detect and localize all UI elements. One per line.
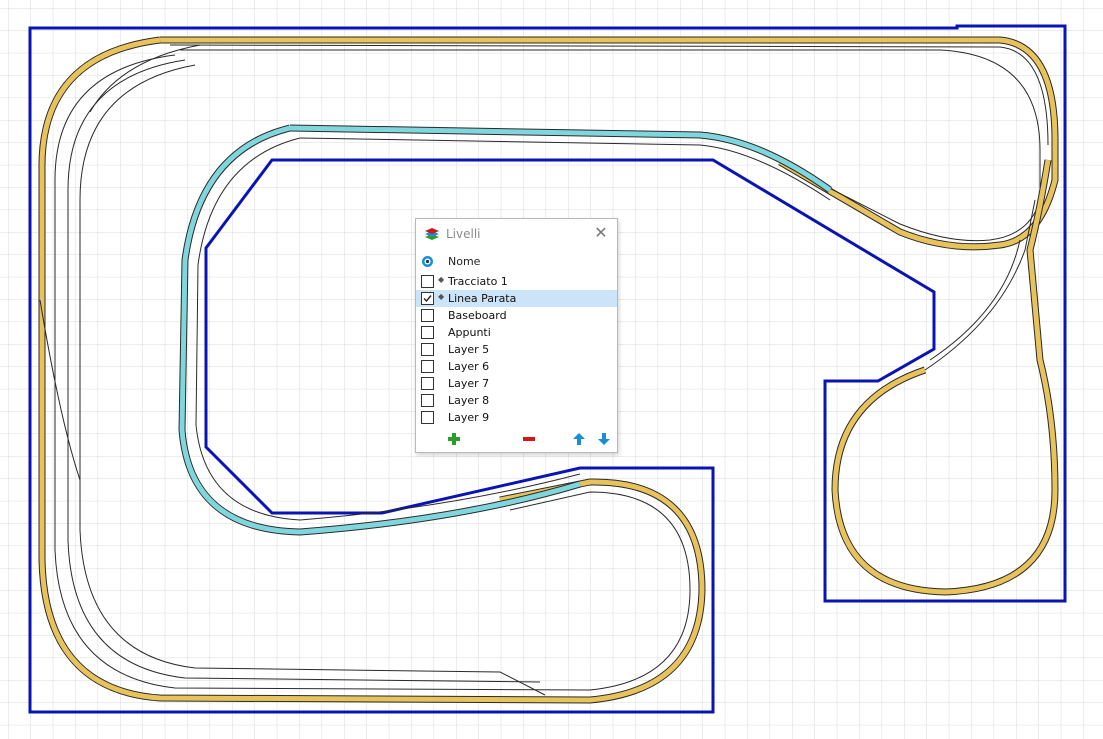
layer-label: Layer 5: [448, 343, 490, 356]
layers-toolbar: [416, 429, 617, 449]
arrow-down-icon[interactable]: [596, 431, 612, 447]
layer-label: Tracciato 1: [448, 275, 508, 288]
minus-icon[interactable]: [521, 431, 537, 447]
layer-row[interactable]: Appunti: [416, 324, 617, 341]
plus-icon[interactable]: [446, 431, 462, 447]
layer-row[interactable]: ◆ Tracciato 1: [416, 273, 617, 290]
layer-row[interactable]: ◆ Linea Parata: [416, 290, 617, 307]
layer-label: Linea Parata: [448, 292, 517, 305]
layer-label: Layer 6: [448, 360, 490, 373]
layer-visibility-checkbox[interactable]: [421, 394, 434, 407]
layers-header: Nome: [416, 253, 617, 271]
layer-visibility-checkbox[interactable]: [421, 292, 434, 305]
layers-panel: Livelli ✕ Nome ◆ Tracciato 1 ◆ Linea Parata…: [415, 218, 618, 453]
layer-visibility-checkbox[interactable]: [421, 343, 434, 356]
layer-row[interactable]: Layer 9: [416, 409, 617, 426]
panel-title: Livelli: [446, 227, 481, 241]
layer-row[interactable]: Layer 8: [416, 392, 617, 409]
layer-row[interactable]: Layer 7: [416, 375, 617, 392]
layer-row[interactable]: Layer 6: [416, 358, 617, 375]
layer-label: Layer 7: [448, 377, 490, 390]
layer-label: Layer 9: [448, 411, 490, 424]
panel-titlebar[interactable]: Livelli ✕: [416, 219, 617, 249]
name-column-header: Nome: [448, 255, 481, 268]
arrow-up-icon[interactable]: [571, 431, 587, 447]
layer-label: Layer 8: [448, 394, 490, 407]
layer-active-icon: ◆: [438, 292, 445, 301]
layer-row[interactable]: Layer 5: [416, 341, 617, 358]
layer-visibility-checkbox[interactable]: [421, 377, 434, 390]
layer-visibility-checkbox[interactable]: [421, 326, 434, 339]
layer-visibility-checkbox[interactable]: [421, 360, 434, 373]
layer-visibility-checkbox[interactable]: [421, 411, 434, 424]
layer-visibility-checkbox[interactable]: [421, 275, 434, 288]
layer-visibility-checkbox[interactable]: [421, 309, 434, 322]
layer-active-icon: ◆: [438, 275, 445, 284]
layer-row[interactable]: Baseboard: [416, 307, 617, 324]
layers-list: ◆ Tracciato 1 ◆ Linea Parata Baseboard Appunt…: [416, 273, 617, 426]
eye-icon[interactable]: [421, 255, 434, 268]
layer-label: Appunti: [448, 326, 491, 339]
close-icon[interactable]: ✕: [593, 224, 609, 242]
layer-label: Baseboard: [448, 309, 507, 322]
layers-icon: [425, 228, 439, 240]
